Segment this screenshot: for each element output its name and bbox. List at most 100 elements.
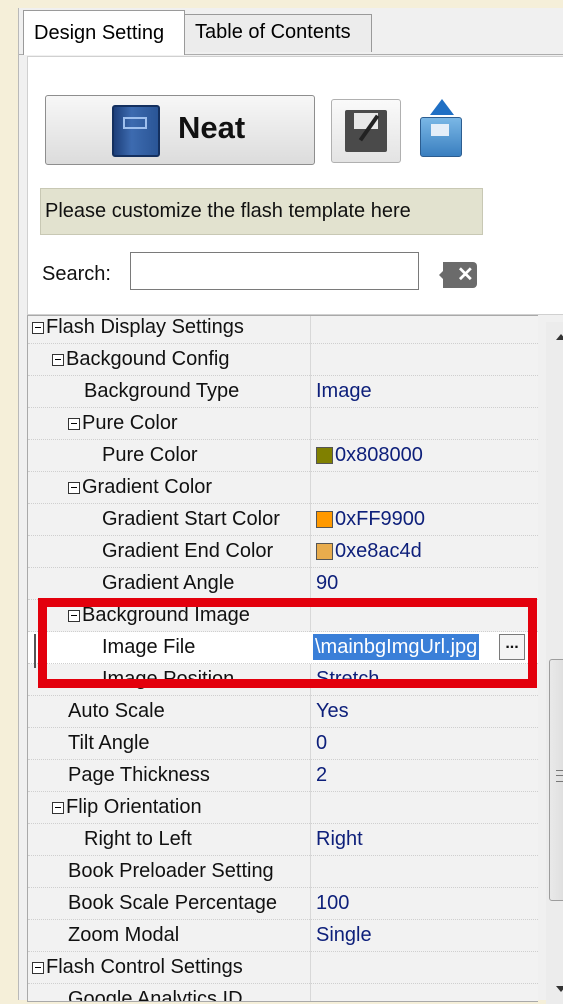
property-name: Page Thickness — [68, 764, 210, 786]
property-name: Auto Scale — [68, 700, 165, 722]
property-value-text: Yes — [316, 700, 349, 722]
template-area: Neat Please customize the flash template… — [27, 56, 563, 315]
property-value-text: Image — [316, 380, 372, 402]
property-row[interactable]: Book Scale Percentage 100 — [28, 888, 538, 920]
property-group-row[interactable]: Pure Color — [28, 408, 538, 440]
property-value-text: Single — [316, 924, 372, 946]
property-name: Book Scale Percentage — [68, 892, 278, 914]
property-value[interactable]: Right — [316, 824, 363, 855]
property-name: Tilt Angle — [68, 732, 150, 754]
property-name: Pure Color — [82, 412, 178, 434]
browse-file-button[interactable]: ... — [499, 634, 525, 660]
property-row[interactable]: Auto Scale Yes — [28, 696, 538, 728]
property-group-row[interactable]: Background Image — [28, 600, 538, 632]
property-row[interactable]: Pure Color 0x808000 — [28, 440, 538, 472]
property-value-text: 0 — [316, 732, 328, 754]
design-setting-panel: Design Setting Table of Contents Neat Pl… — [18, 8, 563, 1004]
tab-table-of-contents[interactable]: Table of Contents — [184, 14, 372, 52]
search-input[interactable] — [130, 252, 419, 290]
template-name-label: Neat — [178, 110, 246, 145]
property-name: Background Type — [84, 380, 240, 402]
search-label: Search: — [42, 263, 111, 285]
property-value[interactable]: Single — [316, 920, 372, 951]
property-value[interactable]: Image — [316, 376, 372, 407]
color-swatch-icon[interactable] — [316, 543, 333, 560]
property-value[interactable]: Stretch — [316, 664, 379, 695]
property-name: Gradient Start Color — [102, 508, 280, 530]
property-row[interactable]: Book Preloader Setting — [28, 856, 538, 888]
property-row[interactable]: Background Type Image — [28, 376, 538, 408]
property-value-editor[interactable]: \mainbgImgUrl.jpg — [313, 634, 480, 660]
property-name: Right to Left — [84, 828, 192, 850]
collapse-toggle-icon[interactable] — [68, 482, 80, 494]
property-name: Zoom Modal — [68, 924, 180, 946]
collapse-toggle-icon[interactable] — [68, 610, 80, 622]
property-value[interactable]: 0x808000 — [316, 440, 423, 471]
property-value-text: 0xFF9900 — [335, 508, 426, 530]
property-name: Pure Color — [102, 444, 198, 466]
clear-search-icon: ✕ — [439, 262, 477, 288]
property-row[interactable]: Gradient Angle 90 — [28, 568, 538, 600]
color-swatch-icon[interactable] — [316, 447, 333, 464]
property-value-text: 2 — [316, 764, 328, 786]
tab-bar: Design Setting Table of Contents — [19, 8, 563, 55]
property-name: Background Image — [82, 604, 250, 626]
property-value[interactable]: 90 — [316, 568, 338, 599]
row-indicator — [34, 634, 36, 668]
property-value[interactable]: 2 — [316, 760, 327, 791]
property-name: Gradient Angle — [102, 572, 235, 594]
property-value-text: Stretch — [316, 668, 380, 690]
collapse-toggle-icon[interactable] — [68, 418, 80, 430]
property-row[interactable]: Right to Left Right — [28, 824, 538, 856]
property-grid: Flash Display Settings Backgound Config Ba… — [27, 315, 538, 1002]
save-template-button[interactable] — [331, 99, 401, 163]
customize-hint: Please customize the flash template here — [40, 188, 483, 235]
collapse-toggle-icon[interactable] — [32, 962, 44, 974]
property-name: Flip Orientation — [66, 796, 202, 818]
property-row[interactable]: Tilt Angle 0 — [28, 728, 538, 760]
collapse-toggle-icon[interactable] — [52, 802, 64, 814]
property-value[interactable]: 0xe8ac4d — [316, 536, 422, 567]
scroll-up-arrow-icon[interactable] — [546, 322, 563, 352]
property-row[interactable]: Page Thickness 2 — [28, 760, 538, 792]
property-value[interactable]: 100 — [316, 888, 349, 919]
property-row[interactable]: Image Position Stretch — [28, 664, 538, 696]
template-select-button[interactable]: Neat — [45, 95, 315, 165]
property-row[interactable]: Image File \mainbgImgUrl.jpg... — [28, 632, 538, 664]
property-row[interactable]: Zoom Modal Single — [28, 920, 538, 952]
export-template-button[interactable] — [416, 97, 468, 161]
property-value[interactable]: 0xFF9900 — [316, 504, 425, 535]
book-icon — [112, 105, 160, 157]
property-value-text: 90 — [316, 572, 339, 594]
property-name: Gradient Color — [82, 476, 213, 498]
upload-arrow-icon — [430, 99, 454, 115]
property-name: Flash Control Settings — [46, 956, 243, 978]
tab-design-setting[interactable]: Design Setting — [23, 10, 185, 55]
property-name: Book Preloader Setting — [68, 860, 274, 882]
property-group-row[interactable]: Gradient Color — [28, 472, 538, 504]
collapse-toggle-icon[interactable] — [52, 354, 64, 366]
property-name: Backgound Config — [66, 348, 230, 370]
save-icon — [345, 110, 387, 152]
property-value-text: 0xe8ac4d — [335, 540, 422, 562]
property-group-row[interactable]: Flash Control Settings — [28, 952, 538, 984]
vertical-scrollbar[interactable] — [546, 322, 563, 1004]
clear-search-button[interactable]: ✕ — [435, 262, 477, 288]
property-group-row[interactable]: Flip Orientation — [28, 792, 538, 824]
property-row[interactable]: Google Analytics ID — [28, 984, 538, 1001]
color-swatch-icon[interactable] — [316, 511, 333, 528]
property-value[interactable]: 0 — [316, 728, 327, 759]
property-row[interactable]: Gradient End Color 0xe8ac4d — [28, 536, 538, 568]
property-value-text: Right — [316, 828, 363, 850]
property-group-row[interactable]: Backgound Config — [28, 344, 538, 376]
property-name: Image Position — [102, 668, 235, 690]
property-name: Gradient End Color — [102, 540, 274, 562]
property-group-row[interactable]: Flash Display Settings — [28, 316, 538, 344]
property-value-text: 100 — [316, 892, 350, 914]
property-row[interactable]: Gradient Start Color 0xFF9900 — [28, 504, 538, 536]
collapse-toggle-icon[interactable] — [32, 322, 44, 334]
scroll-thumb[interactable] — [549, 659, 563, 901]
property-value[interactable]: Yes — [316, 696, 349, 727]
property-name: Flash Display Settings — [46, 316, 244, 338]
upload-icon — [420, 117, 462, 157]
